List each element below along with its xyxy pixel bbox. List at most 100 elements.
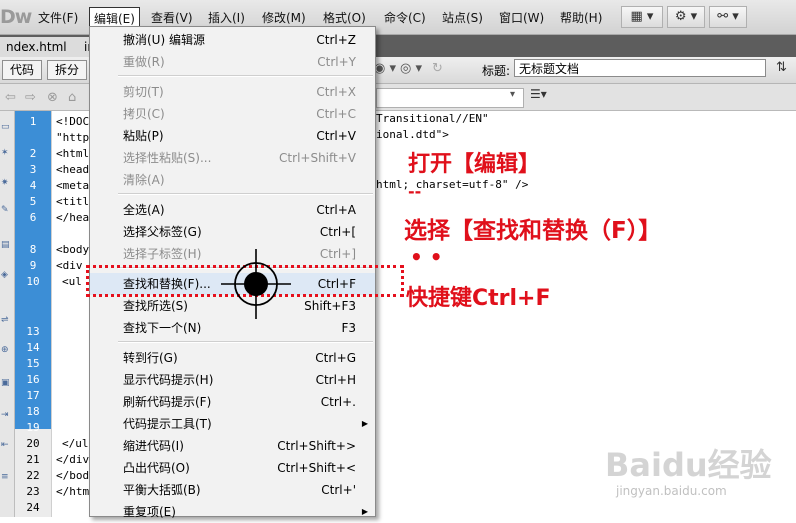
menu-item-shortcut: Ctrl+[ [319,225,356,239]
layout-icon: ▦ ▾ [630,9,654,24]
crosshair-icon [221,249,291,319]
menu-item-paste[interactable]: 粘贴(P) Ctrl+V [90,125,375,147]
syntax-error-icon[interactable]: ⊕ [1,346,12,355]
menu-item-paste-special[interactable]: 选择性粘贴(S)... Ctrl+Shift+V [90,147,375,169]
line-numbers-icon[interactable]: ▤ [1,241,12,250]
menu-item-repeating-items[interactable]: 重复项(E) ▶ [90,501,375,523]
menu-item-label: 拷贝(C) [123,107,165,121]
menu-item-show-code-hints[interactable]: 显示代码提示(H) Ctrl+H [90,369,375,391]
comment-icon[interactable]: ▣ [1,379,12,388]
layout-button[interactable]: ▦ ▾ [621,6,663,28]
menu-file[interactable]: 文件(F) [38,9,78,26]
word-wrap-icon[interactable]: ⇌ [1,316,12,325]
menu-item-label: 撤消(U) 编辑源 [123,33,205,47]
menu-item-indent-code[interactable]: 缩进代码(I) Ctrl+Shift+> [90,435,375,457]
options-icon[interactable]: ☰▾ [530,87,547,101]
menu-format[interactable]: 格式(O) [323,9,366,26]
menu-help[interactable]: 帮助(H) [560,9,602,26]
site-button[interactable]: ⚯ ▾ [709,6,747,28]
open-documents-icon[interactable]: ▭ [1,123,12,132]
menu-item-select-all[interactable]: 全选(A) Ctrl+A [90,199,375,221]
select-parent-icon[interactable]: ✎ [1,206,12,215]
code-line-tail: html; charset=utf-8" /> [376,178,529,191]
code-line: </hea [56,211,90,224]
address-dropdown-icon[interactable]: ▾ [510,89,515,100]
menu-item-label: 转到行(G) [123,351,178,365]
line-number: 18 [26,405,40,418]
line-number: 19 [26,421,40,434]
menu-item-label: 平衡大括弧(B) [123,483,201,497]
line-number: 16 [26,373,40,386]
menu-item-cut[interactable]: 剪切(T) Ctrl+X [90,81,375,103]
menu-item-label: 选择性粘贴(S)... [123,151,212,165]
menu-item-label: 凸出代码(O) [123,461,190,475]
line-number: 14 [26,341,40,354]
menu-window[interactable]: 窗口(W) [499,9,544,26]
menu-item-clear[interactable]: 清除(A) [90,169,375,191]
menu-item-outdent-code[interactable]: 凸出代码(O) Ctrl+Shift+< [90,457,375,479]
coding-toolbar: ▭ ✶ ✷ ✎ ▤ ◈ ⇌ ⊕ ▣ ⇥ ⇤ ≡ [0,111,15,517]
menu-item-code-hint-tools[interactable]: 代码提示工具(T) ▶ [90,413,375,435]
menu-item-find-next[interactable]: 查找下一个(N) F3 [90,317,375,339]
line-number: 8 [29,243,37,256]
title-input[interactable]: 无标题文档 [514,59,766,77]
menu-item-shortcut: Shift+F3 [304,299,356,313]
highlight-icon[interactable]: ◈ [1,271,12,280]
menu-item-label: 查找所选(S) [123,299,188,313]
menu-item-copy[interactable]: 拷贝(C) Ctrl+C [90,103,375,125]
code-view-button[interactable]: 代码 [2,60,43,80]
extend-button[interactable]: ⚙ ▾ [667,6,705,28]
outdent-icon[interactable]: ⇤ [1,441,12,450]
menu-item-balance-braces[interactable]: 平衡大括弧(B) Ctrl+' [90,479,375,501]
menu-view[interactable]: 查看(V) [151,9,193,26]
menu-item-refresh-code-hints[interactable]: 刷新代码提示(F) Ctrl+. [90,391,375,413]
watermark-logo: Baidu经验 [605,446,772,484]
title-label: 标题: [482,64,511,78]
line-number: 17 [26,389,40,402]
menu-command[interactable]: 命令(C) [384,9,426,26]
menu-item-goto-line[interactable]: 转到行(G) Ctrl+G [90,347,375,369]
annotation-open-edit: 打开【编辑】 [408,152,541,177]
menu-item-label: 刷新代码提示(F) [123,395,212,409]
code-line: <html [56,147,90,160]
annotation-dots: • • [410,245,443,269]
code-line-tail: ional.dtd"> [376,128,449,141]
forward-icon[interactable]: ⇨ [25,90,36,105]
code-line: "http [56,131,90,144]
menu-item-shortcut: Ctrl+A [316,203,356,217]
menu-modify[interactable]: 修改(M) [262,9,306,26]
home-icon[interactable]: ⌂ [68,90,76,105]
browser-preview-icon[interactable]: ◉ ▾ [374,61,396,76]
split-view-button[interactable]: 拆分 [47,60,88,80]
menu-item-label: 清除(A) [123,173,165,187]
menu-item-shortcut: F3 [341,321,356,335]
format-icon[interactable]: ≡ [1,473,12,482]
stop-icon[interactable]: ⊗ [47,90,58,105]
validate-icon[interactable]: ◎ ▾ [400,61,422,76]
menu-item-select-parent-tag[interactable]: 选择父标签(G) Ctrl+[ [90,221,375,243]
collapse-icon[interactable]: ✶ [1,149,12,158]
menu-item-label: 显示代码提示(H) [123,373,214,387]
expand-icon[interactable]: ✷ [1,179,12,188]
menu-item-undo[interactable]: 撤消(U) 编辑源 Ctrl+Z [90,29,375,51]
code-line: <titl [56,195,90,208]
line-number: 6 [29,211,37,224]
refresh-icon[interactable]: ↻ [432,61,443,76]
menu-separator [118,75,373,77]
back-icon[interactable]: ⇦ [5,90,16,105]
menu-item-label: 代码提示工具(T) [123,417,212,431]
indent-icon[interactable]: ⇥ [1,411,12,420]
menu-insert[interactable]: 插入(I) [208,9,245,26]
menu-site[interactable]: 站点(S) [442,9,483,26]
line-number: 22 [26,469,40,482]
code-line: <!DOC [56,115,90,128]
menu-item-label: 重做(R) [123,55,165,69]
address-field[interactable] [376,88,524,108]
file-management-icon[interactable]: ⇅ [776,60,787,75]
line-number: 3 [29,163,37,176]
line-number: 2 [29,147,37,160]
menu-item-redo[interactable]: 重做(R) Ctrl+Y [90,51,375,73]
line-number: 5 [29,195,37,208]
menu-separator [118,193,373,195]
app-logo: Dw [0,6,32,28]
